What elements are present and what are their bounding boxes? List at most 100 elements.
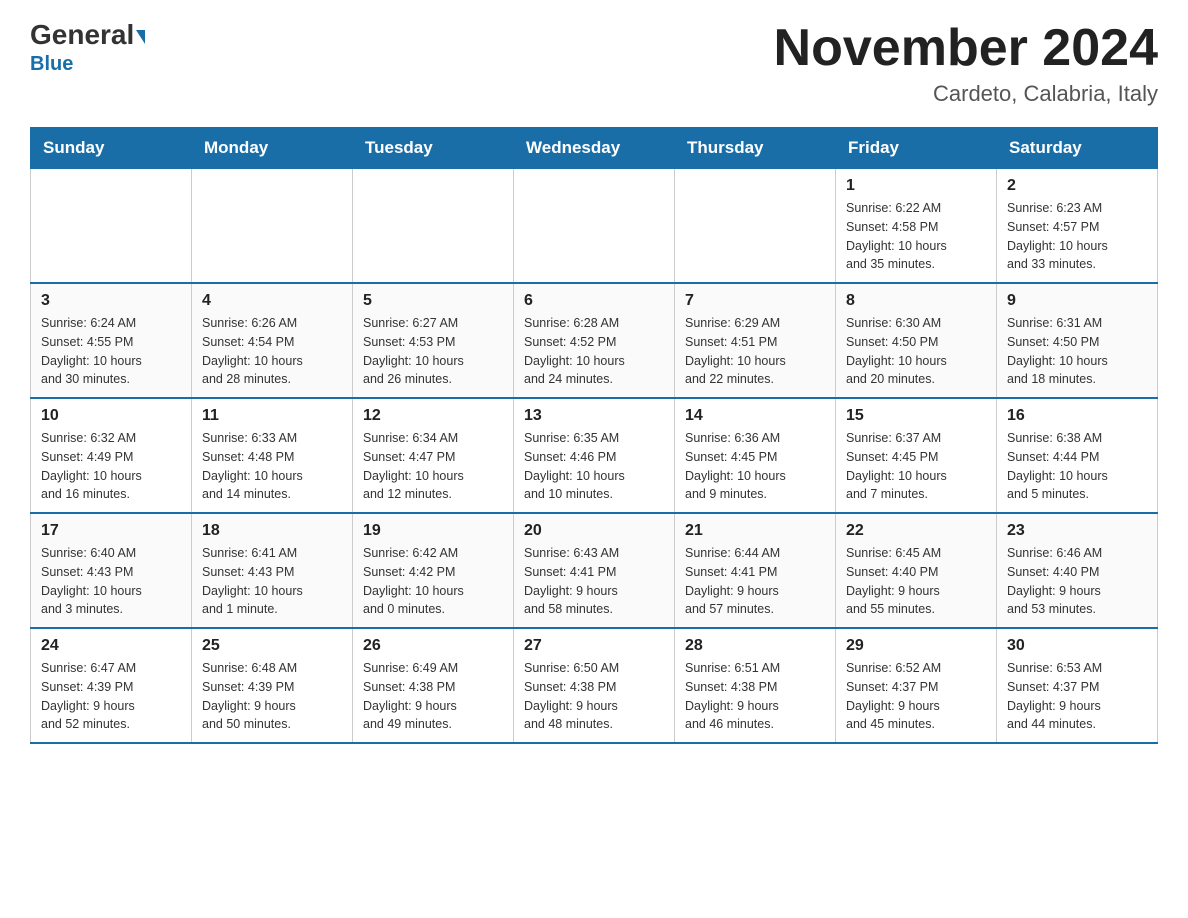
day-number: 15 — [846, 407, 986, 425]
calendar-cell: 9 Sunrise: 6:31 AM Sunset: 4:50 PM Daylig… — [997, 283, 1158, 398]
day-number: 17 — [41, 522, 181, 540]
day-number: 25 — [202, 637, 342, 655]
calendar-cell: 1Sunrise: 6:22 AM Sunset: 4:58 PM Daylig… — [836, 169, 997, 284]
day-info: Sunrise: 6:23 AM Sunset: 4:57 PM Dayligh… — [1007, 199, 1147, 274]
calendar-cell: 20 Sunrise: 6:43 AM Sunset: 4:41 PM Dayli… — [514, 513, 675, 628]
logo-text: General — [30, 20, 145, 51]
day-info: Sunrise: 6:29 AM Sunset: 4:51 PM Dayligh… — [685, 314, 825, 389]
calendar-cell: 18 Sunrise: 6:41 AM Sunset: 4:43 PM Dayli… — [192, 513, 353, 628]
logo-triangle-icon — [136, 30, 145, 44]
calendar-cell: 22 Sunrise: 6:45 AM Sunset: 4:40 PM Dayli… — [836, 513, 997, 628]
day-number: 9 — [1007, 292, 1147, 310]
day-number: 23 — [1007, 522, 1147, 540]
day-number: 5 — [363, 292, 503, 310]
header-day-sunday: Sunday — [31, 128, 192, 169]
day-info: Sunrise: 6:41 AM Sunset: 4:43 PM Dayligh… — [202, 544, 342, 619]
day-number: 16 — [1007, 407, 1147, 425]
day-number: 4 — [202, 292, 342, 310]
day-info: Sunrise: 6:36 AM Sunset: 4:45 PM Dayligh… — [685, 429, 825, 504]
week-row-1: 1Sunrise: 6:22 AM Sunset: 4:58 PM Daylig… — [31, 169, 1158, 284]
day-number: 29 — [846, 637, 986, 655]
calendar-cell: 11 Sunrise: 6:33 AM Sunset: 4:48 PM Dayli… — [192, 398, 353, 513]
header-day-wednesday: Wednesday — [514, 128, 675, 169]
calendar-cell: 10Sunrise: 6:32 AM Sunset: 4:49 PM Dayli… — [31, 398, 192, 513]
day-info: Sunrise: 6:30 AM Sunset: 4:50 PM Dayligh… — [846, 314, 986, 389]
day-info: Sunrise: 6:44 AM Sunset: 4:41 PM Dayligh… — [685, 544, 825, 619]
day-info: Sunrise: 6:48 AM Sunset: 4:39 PM Dayligh… — [202, 659, 342, 734]
calendar-cell: 13 Sunrise: 6:35 AM Sunset: 4:46 PM Dayli… — [514, 398, 675, 513]
day-info: Sunrise: 6:43 AM Sunset: 4:41 PM Dayligh… — [524, 544, 664, 619]
day-info: Sunrise: 6:38 AM Sunset: 4:44 PM Dayligh… — [1007, 429, 1147, 504]
day-number: 12 — [363, 407, 503, 425]
day-number: 24 — [41, 637, 181, 655]
day-info: Sunrise: 6:27 AM Sunset: 4:53 PM Dayligh… — [363, 314, 503, 389]
day-number: 21 — [685, 522, 825, 540]
day-info: Sunrise: 6:52 AM Sunset: 4:37 PM Dayligh… — [846, 659, 986, 734]
calendar-cell: 28 Sunrise: 6:51 AM Sunset: 4:38 PM Dayli… — [675, 628, 836, 743]
calendar-cell: 29 Sunrise: 6:52 AM Sunset: 4:37 PM Dayli… — [836, 628, 997, 743]
header-day-thursday: Thursday — [675, 128, 836, 169]
day-info: Sunrise: 6:42 AM Sunset: 4:42 PM Dayligh… — [363, 544, 503, 619]
calendar-cell — [353, 169, 514, 284]
day-number: 18 — [202, 522, 342, 540]
logo-blue-text: Blue — [30, 53, 73, 76]
day-info: Sunrise: 6:26 AM Sunset: 4:54 PM Dayligh… — [202, 314, 342, 389]
header-row: SundayMondayTuesdayWednesdayThursdayFrid… — [31, 128, 1158, 169]
day-number: 8 — [846, 292, 986, 310]
day-number: 20 — [524, 522, 664, 540]
day-number: 3 — [41, 292, 181, 310]
day-info: Sunrise: 6:40 AM Sunset: 4:43 PM Dayligh… — [41, 544, 181, 619]
calendar-cell: 17 Sunrise: 6:40 AM Sunset: 4:43 PM Dayli… — [31, 513, 192, 628]
day-number: 11 — [202, 407, 342, 425]
calendar-cell — [31, 169, 192, 284]
calendar-table: SundayMondayTuesdayWednesdayThursdayFrid… — [30, 127, 1158, 744]
month-title: November 2024 — [774, 20, 1158, 77]
day-number: 13 — [524, 407, 664, 425]
calendar-cell: 3 Sunrise: 6:24 AM Sunset: 4:55 PM Daylig… — [31, 283, 192, 398]
day-number: 22 — [846, 522, 986, 540]
day-info: Sunrise: 6:22 AM Sunset: 4:58 PM Dayligh… — [846, 199, 986, 274]
day-number: 19 — [363, 522, 503, 540]
day-number: 30 — [1007, 637, 1147, 655]
header-day-friday: Friday — [836, 128, 997, 169]
day-info: Sunrise: 6:35 AM Sunset: 4:46 PM Dayligh… — [524, 429, 664, 504]
calendar-cell — [675, 169, 836, 284]
calendar-cell: 4 Sunrise: 6:26 AM Sunset: 4:54 PM Daylig… — [192, 283, 353, 398]
day-info: Sunrise: 6:33 AM Sunset: 4:48 PM Dayligh… — [202, 429, 342, 504]
day-number: 2 — [1007, 177, 1147, 195]
calendar-cell: 23Sunrise: 6:46 AM Sunset: 4:40 PM Dayli… — [997, 513, 1158, 628]
day-number: 27 — [524, 637, 664, 655]
day-info: Sunrise: 6:37 AM Sunset: 4:45 PM Dayligh… — [846, 429, 986, 504]
calendar-cell: 19 Sunrise: 6:42 AM Sunset: 4:42 PM Dayli… — [353, 513, 514, 628]
day-number: 6 — [524, 292, 664, 310]
day-info: Sunrise: 6:49 AM Sunset: 4:38 PM Dayligh… — [363, 659, 503, 734]
header-day-saturday: Saturday — [997, 128, 1158, 169]
day-info: Sunrise: 6:51 AM Sunset: 4:38 PM Dayligh… — [685, 659, 825, 734]
week-row-2: 3 Sunrise: 6:24 AM Sunset: 4:55 PM Daylig… — [31, 283, 1158, 398]
header-day-tuesday: Tuesday — [353, 128, 514, 169]
calendar-cell: 15 Sunrise: 6:37 AM Sunset: 4:45 PM Dayli… — [836, 398, 997, 513]
day-info: Sunrise: 6:53 AM Sunset: 4:37 PM Dayligh… — [1007, 659, 1147, 734]
week-row-4: 17 Sunrise: 6:40 AM Sunset: 4:43 PM Dayli… — [31, 513, 1158, 628]
day-number: 10 — [41, 407, 181, 425]
calendar-cell: 24Sunrise: 6:47 AM Sunset: 4:39 PM Dayli… — [31, 628, 192, 743]
calendar-cell: 8 Sunrise: 6:30 AM Sunset: 4:50 PM Daylig… — [836, 283, 997, 398]
calendar-cell: 26 Sunrise: 6:49 AM Sunset: 4:38 PM Dayli… — [353, 628, 514, 743]
calendar-cell: 5 Sunrise: 6:27 AM Sunset: 4:53 PM Daylig… — [353, 283, 514, 398]
page-header: General Blue November 2024 Cardeto, Cala… — [30, 20, 1158, 107]
day-info: Sunrise: 6:31 AM Sunset: 4:50 PM Dayligh… — [1007, 314, 1147, 389]
calendar-cell: 16 Sunrise: 6:38 AM Sunset: 4:44 PM Dayli… — [997, 398, 1158, 513]
calendar-cell: 27Sunrise: 6:50 AM Sunset: 4:38 PM Dayli… — [514, 628, 675, 743]
calendar-cell: 12Sunrise: 6:34 AM Sunset: 4:47 PM Dayli… — [353, 398, 514, 513]
day-info: Sunrise: 6:45 AM Sunset: 4:40 PM Dayligh… — [846, 544, 986, 619]
title-block: November 2024 Cardeto, Calabria, Italy — [774, 20, 1158, 107]
calendar-cell: 21 Sunrise: 6:44 AM Sunset: 4:41 PM Dayli… — [675, 513, 836, 628]
header-day-monday: Monday — [192, 128, 353, 169]
calendar-cell — [514, 169, 675, 284]
day-info: Sunrise: 6:24 AM Sunset: 4:55 PM Dayligh… — [41, 314, 181, 389]
day-number: 28 — [685, 637, 825, 655]
logo: General Blue — [30, 20, 145, 76]
day-number: 26 — [363, 637, 503, 655]
day-number: 7 — [685, 292, 825, 310]
calendar-cell: 2 Sunrise: 6:23 AM Sunset: 4:57 PM Daylig… — [997, 169, 1158, 284]
